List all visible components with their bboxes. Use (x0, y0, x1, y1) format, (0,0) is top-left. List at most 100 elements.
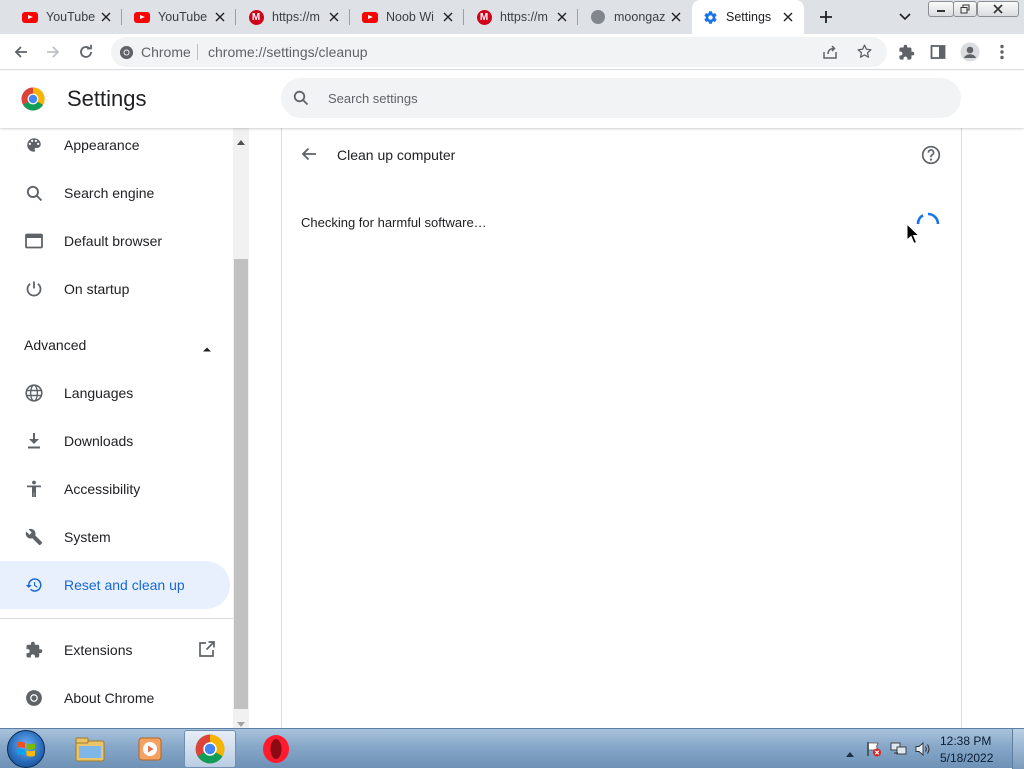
settings-header: Settings (0, 71, 1024, 128)
site-label: Chrome (141, 44, 191, 60)
window-close-button[interactable] (977, 1, 1019, 17)
advanced-toggle[interactable]: Advanced (0, 325, 230, 365)
tab-strip: YouTube YouTube M https://m Noob Wi M ht… (0, 0, 1024, 34)
tab-search-button[interactable] (895, 8, 915, 26)
minimize-icon (937, 10, 945, 12)
start-button[interactable] (7, 730, 45, 768)
reload-icon (80, 44, 92, 58)
restore-window-icon (960, 4, 970, 14)
accessibility-icon (24, 479, 44, 499)
close-icon[interactable] (326, 9, 342, 25)
close-icon[interactable] (780, 9, 796, 25)
sidebar-item-default-browser[interactable]: Default browser (0, 217, 230, 265)
tab-noob[interactable]: Noob Wi (352, 0, 464, 34)
network-icon[interactable] (890, 741, 908, 762)
sidebar-item-label: Extensions (64, 642, 133, 658)
sidebar-item-reset-and-clean-up[interactable]: Reset and clean up (0, 561, 230, 609)
action-center-flag-icon[interactable] (866, 741, 882, 762)
extensions-button[interactable] (894, 40, 918, 64)
close-icon[interactable] (668, 9, 684, 25)
volume-icon[interactable] (914, 741, 932, 762)
close-icon[interactable] (212, 9, 228, 25)
share-icon[interactable] (822, 44, 838, 65)
tab-title: YouTube (158, 10, 208, 24)
tab-youtube-1[interactable]: YouTube (12, 0, 122, 34)
tab-title: https://m (500, 10, 548, 24)
side-panel-button[interactable] (926, 40, 950, 64)
sidebar-item-system[interactable]: System (0, 513, 230, 561)
sidebar-item-languages[interactable]: Languages (0, 369, 230, 417)
tab-title: https://m (272, 10, 320, 24)
sidebar-scrollbar[interactable] (233, 128, 249, 728)
taskbar-chrome[interactable] (184, 730, 236, 768)
folder-icon (75, 737, 105, 762)
tab-youtube-2[interactable]: YouTube (124, 0, 236, 34)
sidebar-item-downloads[interactable]: Downloads (0, 417, 230, 465)
new-tab-button[interactable] (815, 7, 837, 27)
puzzle-icon (24, 640, 44, 660)
avatar-icon (960, 42, 980, 62)
system-tray: 12:38 PM 5/18/2022 (840, 729, 1024, 769)
chrome-logo-icon (21, 87, 45, 116)
scroll-up-arrow-icon[interactable] (237, 132, 245, 150)
tab-settings[interactable]: Settings (692, 0, 804, 34)
minimize-button[interactable] (928, 1, 954, 17)
tab-m-site-1[interactable]: M https://m (238, 0, 350, 34)
show-hidden-icons-icon[interactable] (846, 744, 854, 762)
bookmark-star-icon[interactable] (856, 43, 873, 65)
sidebar-item-about-chrome[interactable]: About Chrome (0, 674, 230, 722)
reload-button[interactable] (74, 40, 98, 64)
wrench-icon (24, 527, 44, 547)
url-text[interactable]: chrome://settings/cleanup (208, 44, 368, 60)
chevron-down-icon (899, 13, 911, 21)
tab-m-site-2[interactable]: M https://m (466, 0, 578, 34)
clock-time[interactable]: 12:38 PM (940, 734, 991, 748)
arrow-left-icon (301, 147, 316, 161)
address-bar[interactable]: Chrome chrome://settings/cleanup (111, 37, 887, 67)
settings-search[interactable] (281, 78, 961, 118)
caret-up-icon (202, 339, 212, 357)
taskbar-opera[interactable] (250, 730, 302, 768)
mouse-pointer-icon (906, 222, 921, 250)
search-input[interactable] (326, 88, 926, 108)
sidebar-item-label: System (64, 529, 111, 545)
m-site-icon: M (476, 9, 492, 25)
back-arrow-button[interactable] (300, 145, 318, 168)
globe-icon (590, 9, 606, 25)
taskbar-explorer[interactable] (64, 730, 116, 768)
help-icon[interactable] (921, 145, 941, 170)
puzzle-icon (898, 44, 914, 60)
close-icon[interactable] (440, 9, 456, 25)
sidebar-item-extensions[interactable]: Extensions (0, 626, 230, 674)
menu-button[interactable] (990, 40, 1014, 64)
sidebar-item-label: Reset and clean up (64, 577, 185, 593)
chrome-icon (24, 688, 44, 708)
restore-button[interactable] (953, 1, 977, 17)
side-panel-icon (930, 45, 946, 59)
clock-date[interactable]: 5/18/2022 (940, 751, 993, 765)
tab-moongaz[interactable]: moongaz (580, 0, 692, 34)
power-icon (24, 279, 44, 299)
profile-button[interactable] (958, 40, 982, 64)
site-info[interactable]: Chrome (119, 44, 191, 60)
sidebar-item-on-startup[interactable]: On startup (0, 265, 230, 313)
forward-button[interactable] (41, 40, 65, 64)
close-icon[interactable] (98, 9, 114, 25)
sidebar-item-search-engine[interactable]: Search engine (0, 169, 230, 217)
sidebar-item-appearance[interactable]: Appearance (0, 128, 230, 169)
restore-icon (24, 575, 44, 595)
sidebar-item-label: Languages (64, 385, 134, 401)
opera-icon (263, 735, 289, 763)
scrollbar-thumb[interactable] (234, 259, 248, 709)
chrome-logo-icon (195, 734, 225, 764)
show-desktop-button[interactable] (1012, 729, 1024, 769)
taskbar-media-player[interactable] (124, 730, 176, 768)
back-button[interactable] (9, 40, 33, 64)
browser-toolbar: Chrome chrome://settings/cleanup (0, 34, 1024, 70)
close-icon[interactable] (554, 9, 570, 25)
more-vert-icon (1000, 44, 1004, 60)
advanced-label: Advanced (24, 337, 87, 353)
tab-title: YouTube (46, 10, 96, 24)
browser-icon (24, 231, 44, 251)
sidebar-item-accessibility[interactable]: Accessibility (0, 465, 230, 513)
